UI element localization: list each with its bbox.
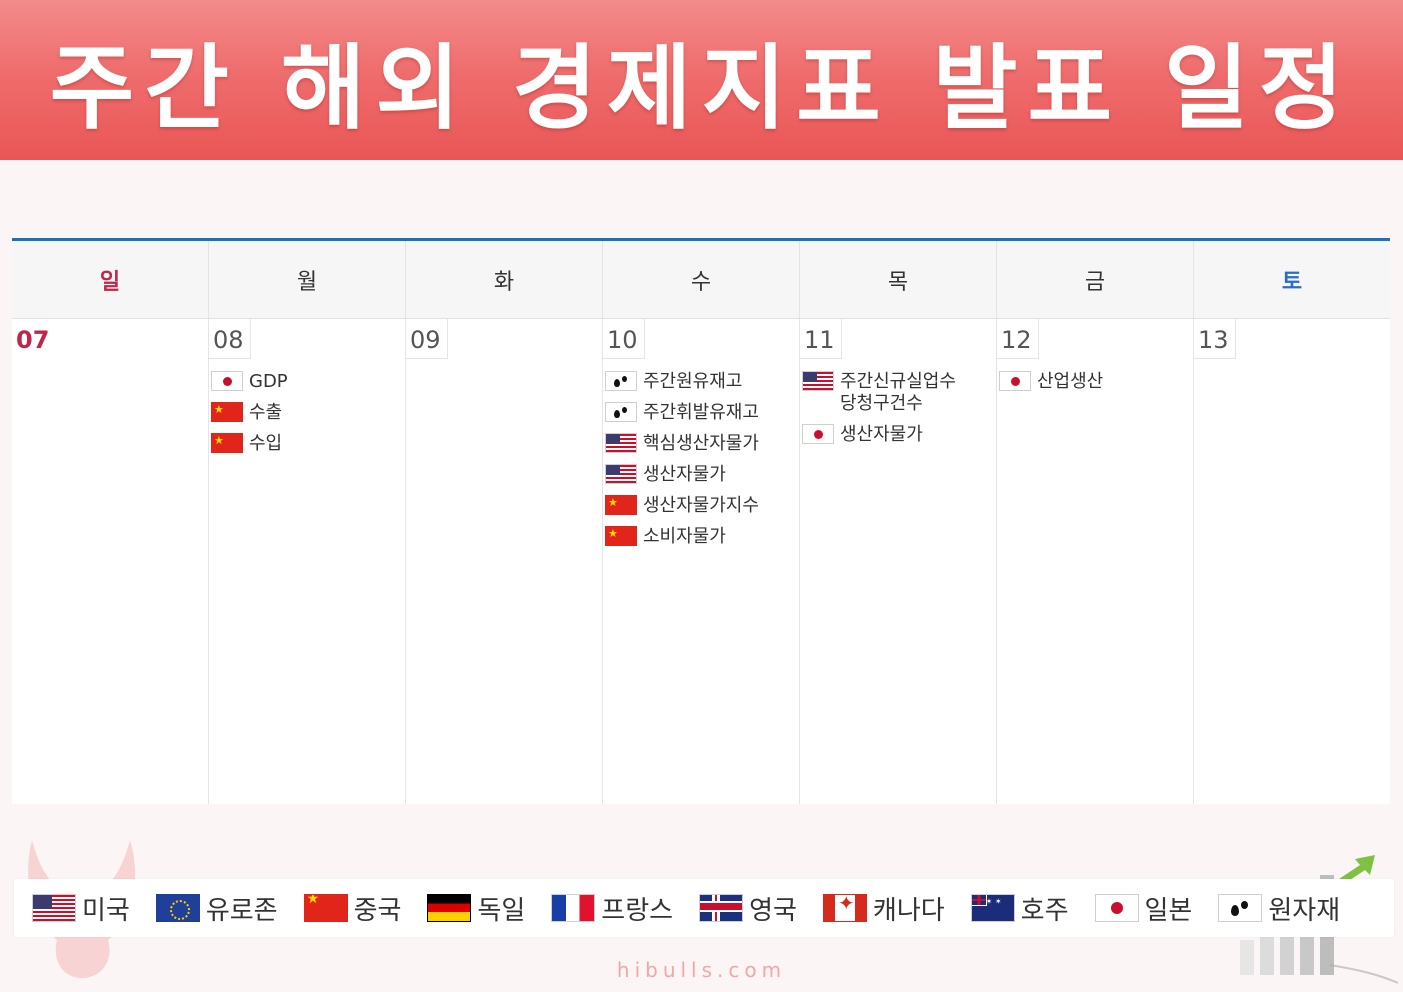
us-flag-icon (605, 433, 637, 453)
legend-item: 중국 (303, 890, 402, 927)
day-cell[interactable]: 13 (1193, 319, 1390, 804)
calendar-event[interactable]: 주간신규실업수 당청구건수 (802, 371, 996, 415)
event-label: 수출 (249, 402, 283, 423)
us-flag-icon (802, 371, 834, 391)
day-cell[interactable]: 07 (12, 319, 208, 804)
day-cell[interactable]: 09 (405, 319, 602, 804)
weekday-sunday: 일 (99, 269, 121, 295)
event-label: 생산자물가지수 (643, 495, 759, 516)
calendar-event[interactable]: 수출 (211, 402, 405, 424)
date-number: 12 (997, 319, 1039, 359)
calendar-event[interactable]: 산업생산 (999, 371, 1193, 393)
calendar-header: 일 월 화 수 목 금 토 (12, 241, 1390, 319)
legend-label: 영국 (749, 895, 797, 926)
calendar-event[interactable]: 생산자물가 (802, 424, 996, 446)
weekday-thursday: 목 (799, 241, 996, 318)
legend-item: 일본 (1094, 890, 1193, 927)
calendar-event[interactable]: 핵심생산자물가 (605, 433, 799, 455)
event-list: 주간원유재고주간휘발유재고핵심생산자물가생산자물가생산자물가지수소비자물가 (603, 371, 799, 548)
site-watermark: hibulls.com (616, 958, 787, 982)
fr-flag-icon (551, 894, 596, 922)
cn-flag-icon (303, 894, 348, 922)
ca-flag-icon (822, 894, 867, 922)
title-banner: 주간 해외 경제지표 발표 일정 (0, 0, 1403, 160)
legend-label: 독일 (477, 895, 526, 926)
legend-item: 유로존 (155, 890, 278, 927)
event-label: 주간휘발유재고 (643, 402, 759, 423)
legend-label: 프랑스 (601, 895, 674, 926)
page-title: 주간 해외 경제지표 발표 일정 (49, 34, 1354, 142)
legend-label: 캐나다 (872, 895, 945, 926)
weekday-tuesday: 화 (405, 241, 602, 318)
event-label: 생산자물가 (643, 464, 726, 485)
oil-flag-icon (605, 402, 637, 422)
day-cell[interactable]: 12 산업생산 (996, 319, 1193, 804)
date-number: 11 (800, 319, 842, 359)
weekday-saturday: 토 (1193, 241, 1390, 318)
event-list: 주간신규실업수 당청구건수생산자물가 (800, 371, 996, 446)
calendar-event[interactable]: 주간휘발유재고 (605, 402, 799, 424)
legend-label: 호주 (1020, 895, 1069, 926)
calendar-body: 0708GDP수출수입0910주간원유재고주간휘발유재고핵심생산자물가생산자물가… (12, 319, 1390, 804)
legend-label: 유로존 (205, 895, 278, 926)
calendar-event[interactable]: 주간원유재고 (605, 371, 799, 393)
date-number: 09 (406, 319, 448, 359)
legend-item: 캐나다 (822, 890, 945, 927)
jp-flag-icon (802, 424, 834, 444)
weekday-monday: 월 (208, 241, 405, 318)
cn-flag-icon (605, 495, 637, 515)
legend-label: 중국 (353, 895, 402, 926)
event-list: 산업생산 (997, 371, 1193, 393)
legend-label: 원자재 (1268, 895, 1341, 926)
cn-flag-icon (211, 402, 243, 422)
weekly-calendar: 일 월 화 수 목 금 토 07 08 GDP 수출수입 09 10 주간원유재고주간휘발유… (12, 238, 1390, 804)
event-label: 핵심생산자물가 (643, 433, 759, 454)
cn-flag-icon (211, 433, 243, 453)
event-list: GDP 수출수입 (209, 371, 405, 455)
event-label: 산업생산 (1037, 371, 1104, 392)
legend-item: 미국 (32, 890, 130, 927)
uk-flag-icon (699, 894, 744, 922)
date-number: 13 (1194, 319, 1236, 359)
event-label: 주간원유재고 (643, 371, 743, 392)
legend-item: 원자재 (1218, 890, 1340, 927)
oil-flag-icon (605, 371, 637, 391)
legend-item: 호주 (970, 890, 1069, 927)
jp-flag-icon (1094, 894, 1139, 922)
cn-flag-icon (605, 526, 637, 546)
legend-label: 일본 (1144, 895, 1193, 926)
date-number: 10 (603, 319, 645, 359)
calendar-event[interactable]: GDP (211, 371, 405, 393)
weekday-wednesday: 수 (602, 241, 799, 318)
weekday-friday: 금 (996, 241, 1193, 318)
calendar-event[interactable]: 생산자물가지수 (605, 495, 799, 517)
au-flag-icon (970, 894, 1015, 922)
legend-label: 미국 (82, 895, 130, 926)
country-legend: 미국 유로존 중국 독일 프랑스 영국 캐나다 호주 일본 원자재 (14, 879, 1394, 937)
event-label: 주간신규실업수 당청구건수 (840, 371, 956, 414)
eu-flag-icon (155, 894, 200, 922)
day-cell[interactable]: 08 GDP 수출수입 (208, 319, 405, 804)
event-label: GDP (249, 371, 288, 392)
date-number: 07 (16, 326, 50, 354)
legend-item: 영국 (699, 890, 797, 927)
calendar-event[interactable]: 수입 (211, 433, 405, 455)
oil-flag-icon (1218, 894, 1263, 922)
event-label: 소비자물가 (643, 526, 726, 547)
event-label: 생산자물가 (840, 424, 923, 445)
us-flag-icon (605, 464, 637, 484)
us-flag-icon (32, 894, 76, 922)
day-cell[interactable]: 11 주간신규실업수 당청구건수생산자물가 (799, 319, 996, 804)
calendar-event[interactable]: 생산자물가 (605, 464, 799, 486)
date-number: 08 (209, 319, 251, 359)
jp-flag-icon (211, 371, 243, 391)
legend-item: 독일 (427, 890, 525, 927)
jp-flag-icon (999, 371, 1031, 391)
legend-item: 프랑스 (551, 890, 673, 927)
event-label: 수입 (249, 433, 283, 454)
de-flag-icon (427, 894, 472, 922)
calendar-event[interactable]: 소비자물가 (605, 526, 799, 548)
day-cell[interactable]: 10 주간원유재고주간휘발유재고핵심생산자물가생산자물가생산자물가지수소비자물가 (602, 319, 799, 804)
